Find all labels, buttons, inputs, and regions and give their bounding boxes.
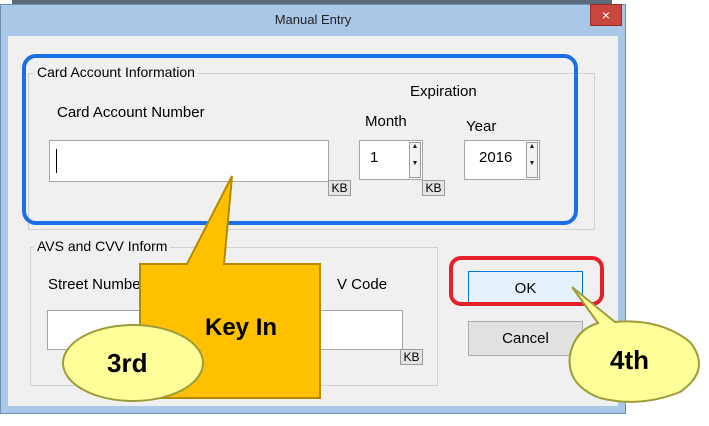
step4-label: 4th — [610, 345, 649, 375]
key-in-label: Key In — [205, 314, 278, 341]
step3-label: 3rd — [107, 348, 148, 378]
